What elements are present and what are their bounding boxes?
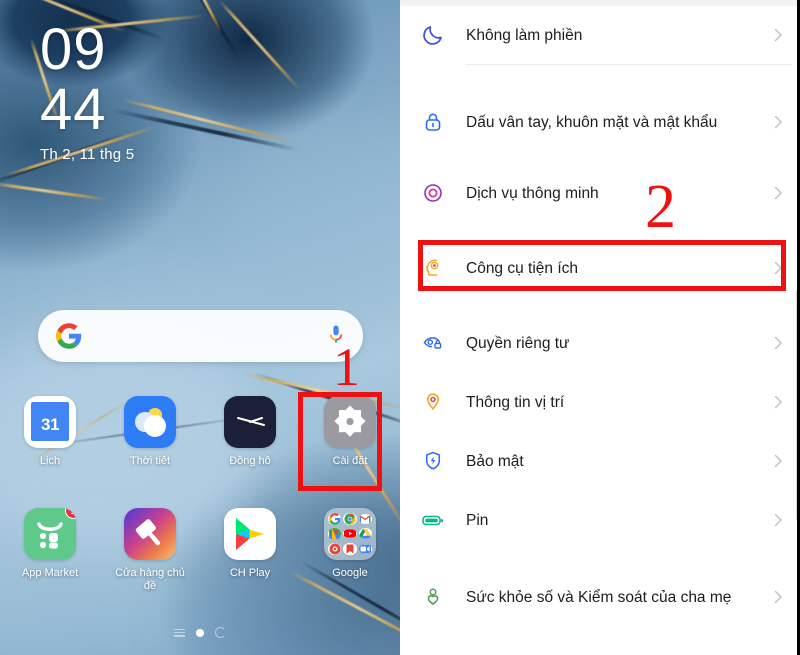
mini-chrome-icon (343, 512, 357, 525)
app-label: Thời tiết (129, 455, 171, 467)
clock-icon (224, 396, 276, 448)
google-g-icon (56, 323, 82, 349)
app-label: Đồng hồ (229, 455, 271, 467)
phone-home-screen: 09 44 Th 2, 11 thg 5 31 Lịch Thời tiết Đ… (0, 0, 400, 655)
mini-youtube-icon (343, 529, 357, 539)
google-search-bar[interactable] (38, 310, 363, 362)
step-marker-1: 1 (333, 337, 360, 397)
battery-icon (418, 505, 448, 535)
app-cua-hang-chu-de[interactable]: Cửa hàng chủ đề (100, 508, 200, 593)
settings-row-location[interactable]: Thông tin vị trí (400, 374, 800, 430)
app-lich[interactable]: 31 Lịch (0, 396, 100, 468)
clock-minutes: 44 (40, 77, 107, 142)
mini-google-icon (328, 512, 342, 525)
settings-row-privacy[interactable]: Quyền riêng tư (400, 315, 800, 371)
mini-duo-icon (358, 544, 372, 555)
app-label: CH Play (229, 567, 271, 579)
utility-head-icon (418, 253, 448, 283)
settings-row-label: Quyền riêng tư (466, 334, 570, 352)
app-label: App Market (21, 567, 79, 579)
mini-maps-icon (328, 527, 342, 540)
shield-bolt-icon (418, 446, 448, 476)
settings-row-security[interactable]: Bảo mật (400, 433, 800, 489)
clock-date: Th 2, 11 thg 5 (40, 146, 135, 163)
settings-row-utility-tools[interactable]: Công cụ tiện ích (400, 243, 800, 293)
location-pin-icon (418, 387, 448, 417)
weather-icon (124, 396, 176, 448)
mini-drive-icon (358, 528, 372, 540)
settings-row-label: Không làm phiền (466, 26, 583, 44)
settings-row-label: Bảo mật (466, 452, 524, 470)
calendar-icon: 31 (24, 396, 76, 448)
calendar-day: 31 (41, 415, 59, 434)
app-app-market[interactable]: 1 App Market (0, 508, 100, 593)
chevron-right-icon (770, 453, 786, 469)
settings-gear-icon (324, 396, 376, 448)
app-ch-play[interactable]: CH Play (200, 508, 300, 593)
chevron-right-icon (770, 589, 786, 605)
settings-gap (400, 221, 800, 243)
google-folder-icon (324, 508, 376, 560)
chevron-right-icon (770, 185, 786, 201)
step-marker-2: 2 (645, 173, 676, 241)
settings-row-do-not-disturb[interactable]: Không làm phiền (400, 6, 800, 64)
settings-row-battery[interactable]: Pin (400, 492, 800, 548)
settings-row-smart-services[interactable]: Dịch vụ thông minh (400, 165, 800, 221)
mini-photos-icon (328, 543, 342, 556)
app-row-1: 31 Lịch Thời tiết Đồng hồ Cài đặt (0, 396, 400, 468)
settings-row-fingerprint-face-password[interactable]: Dấu vân tay, khuôn mặt và mật khẩu (400, 91, 800, 153)
app-cai-dat[interactable]: Cài đặt (300, 396, 400, 468)
clock-hours: 09 (40, 17, 107, 82)
home-page-indicator[interactable] (0, 627, 400, 638)
chevron-right-icon (770, 512, 786, 528)
settings-screen: Không làm phiền Dấu vân tay, khuôn mặt v… (400, 0, 800, 655)
mini-gmail-icon (358, 513, 372, 524)
app-label: Cửa hàng chủ đề (115, 567, 185, 592)
moon-icon (418, 20, 448, 50)
settings-row-label: Sức khỏe số và Kiểm soát của cha mẹ (466, 588, 732, 606)
chevron-right-icon (770, 114, 786, 130)
app-label: Cài đặt (332, 455, 368, 467)
chevron-right-icon (770, 335, 786, 351)
settings-row-digital-wellbeing[interactable]: Sức khỏe số và Kiểm soát của cha mẹ (400, 566, 800, 628)
app-dong-ho[interactable]: Đồng hồ (200, 396, 300, 468)
settings-group-gap (400, 65, 800, 91)
chevron-right-icon (770, 260, 786, 276)
settings-row-label: Công cụ tiện ích (466, 259, 579, 277)
settings-row-language-region[interactable]: A Ngôn ngữ và khu vực (400, 640, 800, 655)
settings-gap (400, 153, 800, 165)
settings-row-label: Thông tin vị trí (466, 393, 565, 411)
theme-store-icon (124, 508, 176, 560)
settings-row-label: Pin (466, 511, 489, 529)
app-row-2: 1 App Market Cửa hàng chủ đề CH Play Goo… (0, 508, 400, 593)
wellbeing-heart-icon (418, 582, 448, 612)
settings-row-label: Dấu vân tay, khuôn mặt và mật khẩu (466, 113, 718, 131)
clock-widget[interactable]: 09 44 Th 2, 11 thg 5 (40, 17, 135, 164)
page-dot-3[interactable] (215, 627, 226, 638)
app-thoi-tiet[interactable]: Thời tiết (100, 396, 200, 468)
mini-play-movies-icon (343, 543, 357, 556)
settings-gap (400, 548, 800, 566)
privacy-eye-lock-icon (418, 328, 448, 358)
app-label: Lịch (39, 455, 61, 467)
settings-gap (400, 293, 800, 315)
app-market-icon: 1 (24, 508, 76, 560)
lock-icon (418, 107, 448, 137)
app-label: Google (332, 567, 368, 579)
app-google-folder[interactable]: Google (300, 508, 400, 593)
smart-services-icon (418, 178, 448, 208)
chevron-right-icon (770, 394, 786, 410)
settings-list: Không làm phiền Dấu vân tay, khuôn mặt v… (400, 6, 800, 655)
page-dot-2[interactable] (196, 628, 204, 637)
screenshot-root: 09 44 Th 2, 11 thg 5 31 Lịch Thời tiết Đ… (0, 0, 800, 655)
settings-gap (400, 628, 800, 640)
chevron-right-icon (770, 27, 786, 43)
page-dot-1[interactable] (174, 628, 185, 637)
settings-row-label: Dịch vụ thông minh (466, 184, 599, 202)
google-play-icon (224, 508, 276, 560)
